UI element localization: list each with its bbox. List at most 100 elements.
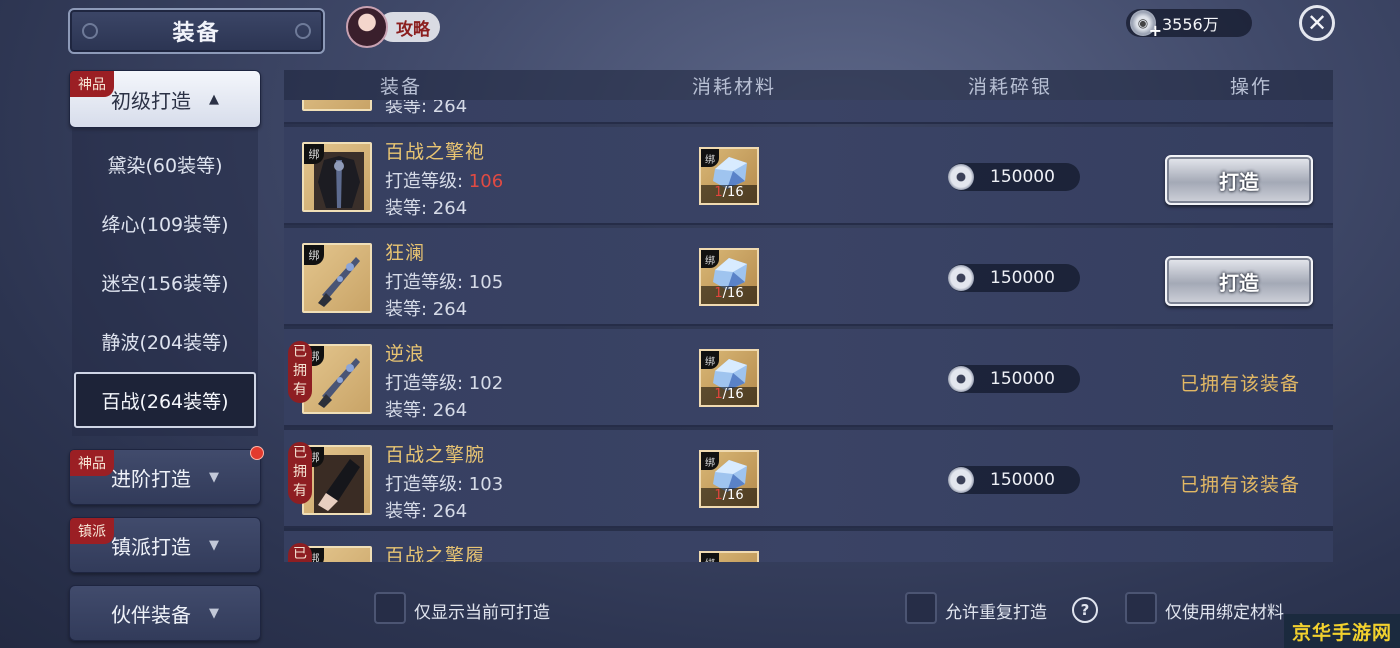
- silver-cost-value: 150000: [990, 470, 1055, 490]
- forge-level: 打造等级: 102: [385, 373, 504, 394]
- silver-cost-value: 150000: [990, 268, 1055, 288]
- gear-level: 装等: 264: [385, 198, 468, 219]
- guide-button[interactable]: 攻略: [346, 6, 444, 48]
- forge-button-label: 打造: [1219, 270, 1259, 295]
- close-button[interactable]: ✕: [1299, 5, 1335, 41]
- column-header-equipment: 装备: [380, 76, 423, 98]
- bind-tag: 绑: [304, 144, 324, 164]
- owned-tag: 已拥有: [288, 341, 312, 403]
- close-icon: ✕: [1306, 9, 1328, 37]
- equipment-name: 百战之擎腕: [385, 444, 486, 466]
- material-slot[interactable]: 绑 1/16: [699, 349, 759, 407]
- category-badge: 镇派: [70, 518, 114, 544]
- currency-display[interactable]: ◉ + 3556万: [1126, 9, 1252, 40]
- silver-coin-icon: [948, 265, 974, 291]
- only-bound-checkbox[interactable]: [1125, 592, 1157, 624]
- bind-tag: 绑: [701, 351, 719, 369]
- equipment-name: 逆浪: [385, 343, 426, 365]
- category-partner-gear[interactable]: 伙伴装备 ▼: [69, 585, 261, 641]
- silver-cost: 150000: [948, 466, 1080, 494]
- table-row: 装等: 264: [284, 100, 1333, 124]
- bracer-icon: [314, 455, 364, 513]
- material-slot[interactable]: 绑 1/16: [699, 147, 759, 205]
- plus-icon: +: [1148, 21, 1162, 40]
- sub-item-label: 绛心(109装等): [101, 213, 229, 236]
- weapon-icon: [318, 257, 360, 307]
- column-header-silver: 消耗碎银: [968, 76, 1053, 98]
- category-label: 镇派打造: [111, 534, 191, 559]
- category-advanced-forge[interactable]: 神品 进阶打造 ▼: [69, 446, 264, 505]
- bind-tag: 绑: [701, 149, 719, 167]
- sub-item-baizhan[interactable]: 百战(264装等): [74, 372, 256, 428]
- equipment-name: 狂澜: [385, 242, 426, 264]
- gear-level: 装等: 264: [385, 400, 468, 421]
- page-title: 装备: [172, 21, 221, 46]
- category-sect-forge[interactable]: 镇派 镇派打造 ▼: [69, 517, 261, 573]
- equipment-icon-weapon[interactable]: 绑: [302, 344, 372, 414]
- only-craftable-checkbox[interactable]: [374, 592, 406, 624]
- sub-item-jingbo[interactable]: 静波(204装等): [74, 313, 256, 369]
- silver-cost-value: 150000: [990, 369, 1055, 389]
- gear-level: 装等: 264: [385, 100, 468, 117]
- forge-button[interactable]: 打造: [1165, 256, 1313, 306]
- equipment-icon-boots[interactable]: 绑: [302, 546, 372, 562]
- material-slot[interactable]: 绑: [699, 551, 759, 562]
- category-label: 进阶打造: [111, 466, 191, 491]
- owned-status: 已拥有该装备: [1180, 474, 1301, 496]
- equipment-name: 百战之擎履: [385, 545, 486, 562]
- sub-item-label: 静波(204装等): [101, 331, 229, 354]
- category-badge: 神品: [70, 71, 114, 97]
- silver-cost-value: 150000: [990, 167, 1055, 187]
- allow-repeat-label: 允许重复打造: [945, 603, 1047, 623]
- bind-tag: 绑: [701, 452, 719, 470]
- ornament-icon: [295, 23, 311, 39]
- forge-button[interactable]: 打造: [1165, 155, 1313, 205]
- allow-repeat-checkbox[interactable]: [905, 592, 937, 624]
- table-row: 已拥有 绑 逆浪 打造等级: 102 装等: 264 绑 1/16 150000: [284, 329, 1333, 427]
- silver-cost: 150000: [948, 365, 1080, 393]
- equipment-icon-weapon[interactable]: 绑: [302, 243, 372, 313]
- robe-icon: [314, 152, 364, 210]
- equipment-icon-robe[interactable]: 绑: [302, 142, 372, 212]
- material-quantity: 1/16: [701, 286, 757, 304]
- silver-coin-icon: [948, 164, 974, 190]
- character-avatar: [346, 6, 388, 48]
- only-bound-label: 仅使用绑定材料: [1165, 603, 1284, 623]
- table-row: 绑 百战之擎袍 打造等级: 106 装等: 264 绑 1/16 150000 …: [284, 127, 1333, 225]
- page-title-plate: 装备: [68, 8, 325, 54]
- category-badge: 神品: [70, 450, 114, 476]
- forge-level: 打造等级: 106: [385, 171, 504, 192]
- currency-amount: 3556万: [1162, 15, 1219, 34]
- category-basic-forge[interactable]: 神品 初级打造 ▲: [69, 70, 261, 128]
- bind-tag: 绑: [701, 553, 719, 562]
- only-craftable-label: 仅显示当前可打造: [414, 603, 550, 623]
- material-slot[interactable]: 绑 1/16: [699, 248, 759, 306]
- forge-button-label: 打造: [1219, 169, 1259, 194]
- material-slot[interactable]: 绑 1/16: [699, 450, 759, 508]
- sub-item-mikong[interactable]: 迷空(156装等): [74, 254, 256, 310]
- silver-coin-icon: ◉ +: [1130, 10, 1162, 40]
- help-button[interactable]: ?: [1072, 597, 1098, 623]
- sub-item-label: 百战(264装等): [101, 390, 229, 413]
- chevron-down-icon: ▼: [209, 537, 219, 553]
- equipment-list[interactable]: 装等: 264 绑 百战之擎袍 打造等级: 106 装等: 264 绑 1/16: [284, 100, 1333, 562]
- chevron-down-icon: ▼: [209, 469, 219, 485]
- equipment-icon-bracer[interactable]: 绑: [302, 445, 372, 515]
- column-header-action: 操作: [1230, 76, 1273, 98]
- gear-level: 装等: 264: [385, 501, 468, 522]
- weapon-icon: [318, 358, 360, 408]
- ornament-icon: [82, 23, 98, 39]
- forge-level: 打造等级: 105: [385, 272, 504, 293]
- table-header: 装备 消耗材料 消耗碎银 操作: [284, 70, 1333, 100]
- sub-item-label: 迷空(156装等): [101, 272, 229, 295]
- bind-tag: 绑: [304, 245, 324, 265]
- gear-level: 装等: 264: [385, 299, 468, 320]
- sub-item-jiangxin[interactable]: 绛心(109装等): [74, 195, 256, 251]
- sub-item-label: 黛染(60装等): [107, 154, 223, 177]
- forge-level: 打造等级: 103: [385, 474, 504, 495]
- sub-item-daiRan[interactable]: 黛染(60装等): [74, 136, 256, 192]
- notification-dot: [250, 446, 264, 460]
- equipment-icon[interactable]: [302, 100, 372, 111]
- help-icon: ?: [1080, 601, 1090, 619]
- equipment-name: 百战之擎袍: [385, 141, 486, 163]
